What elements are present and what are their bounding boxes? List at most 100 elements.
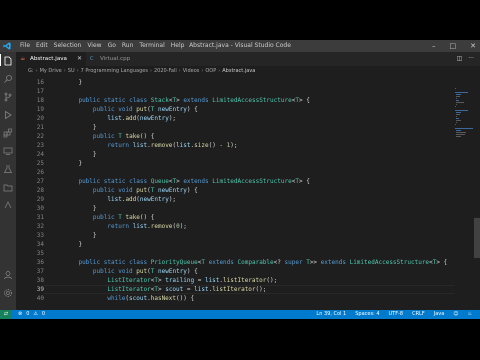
minimap-line [454, 110, 468, 111]
code-line[interactable]: } [64, 78, 82, 87]
more-actions-icon[interactable]: ··· [468, 52, 474, 66]
menu-help[interactable]: Help [171, 40, 185, 52]
code-line[interactable]: public void put(T newEntry) { [64, 105, 198, 114]
minimap-line [456, 96, 461, 97]
manage-gear-icon[interactable] [3, 288, 13, 298]
code-line[interactable]: return list.remove(list.size() - 1); [64, 141, 237, 150]
line-number: 35 [36, 250, 44, 257]
vscode-logo-icon [3, 42, 11, 50]
code-line[interactable]: public void put(T newEntry) { [64, 267, 198, 276]
menu-edit[interactable]: Edit [36, 40, 48, 52]
warning-count: 0 [41, 311, 46, 317]
breadcrumb-item[interactable]: 2020-Fall [154, 68, 177, 74]
encoding[interactable]: UTF-8 [389, 310, 404, 319]
line-number: 30 [36, 205, 44, 212]
breadcrumb-item[interactable]: SU [68, 68, 75, 74]
line-number: 27 [36, 178, 44, 185]
line-number: 17 [36, 88, 44, 95]
minimap[interactable] [454, 78, 474, 310]
menu-selection[interactable]: Selection [54, 40, 82, 52]
minimize-icon[interactable]: – [432, 40, 436, 52]
breadcrumb-separator-icon: › [76, 68, 79, 74]
code-line[interactable]: public T take() { [64, 132, 154, 141]
code-line[interactable]: } [64, 159, 82, 168]
menu-file[interactable]: File [20, 40, 30, 52]
code-line[interactable]: public static class PriorityQueue<T exte… [64, 258, 447, 267]
code-line[interactable]: } [64, 204, 97, 213]
line-number: 23 [36, 142, 44, 149]
code-line[interactable]: } [64, 123, 97, 132]
error-count: 0 [26, 311, 30, 317]
line-number: 37 [36, 268, 44, 275]
line-number: 19 [36, 106, 44, 113]
breadcrumb-item[interactable]: My Drive [40, 68, 62, 74]
menu-view[interactable]: View [87, 40, 101, 52]
line-number: 36 [36, 259, 44, 266]
line-number: 34 [36, 241, 44, 248]
line-endings[interactable]: CRLF [412, 310, 425, 319]
search-icon[interactable] [3, 74, 13, 84]
editor-actions: ◫ ··· [457, 52, 474, 66]
code-line[interactable]: list.add(newEntry); [64, 195, 176, 204]
testing-icon[interactable] [3, 164, 13, 174]
maximize-icon[interactable]: □ [450, 40, 457, 52]
code-line[interactable]: ListIterator<T> trailing = list.listIter… [64, 276, 277, 285]
editor-scrollbar[interactable] [474, 78, 480, 310]
close-window-icon[interactable]: ✕ [470, 40, 476, 52]
code-line[interactable]: ListIterator<T> scout = list.listIterato… [64, 285, 266, 294]
cursor-position[interactable]: Ln 39, Col 1 [316, 310, 346, 319]
tab-virtual-cpp[interactable]: C Virtual.cpp [86, 52, 148, 66]
code-line[interactable]: public static class Stack<T> extends Lim… [64, 96, 309, 105]
indentation[interactable]: Spaces: 4 [355, 310, 379, 319]
remote-explorer-icon[interactable] [3, 146, 13, 156]
breadcrumb-item[interactable]: 7 Programming Languages [81, 68, 148, 74]
problems-indicator[interactable]: ⊗ 0 ⚠ 0 [18, 310, 45, 319]
source-control-icon[interactable] [3, 92, 13, 102]
code-line[interactable]: while(scout.hasNext()) { [64, 294, 194, 303]
language-mode[interactable]: Java [434, 310, 445, 319]
cpp-file-icon: C [90, 56, 94, 62]
notifications-icon[interactable]: ♨ [468, 310, 472, 319]
code-line[interactable]: } [64, 231, 97, 240]
split-editor-icon[interactable]: ◫ [457, 52, 463, 66]
code-editor[interactable]: 16 17 18 19 20 21 22 23 24 25 26 27 28 29 30 31 32 33 34 35… [16, 78, 454, 310]
breadcrumb-item[interactable]: Abstract.java [222, 68, 255, 74]
line-number: 16 [36, 79, 44, 86]
menu-run[interactable]: Run [122, 40, 134, 52]
line-number: 32 [36, 223, 44, 230]
live-share-icon[interactable] [3, 200, 13, 210]
run-debug-icon[interactable] [3, 110, 13, 120]
code-line[interactable]: public static class Queue<T> extends Lim… [64, 177, 309, 186]
line-number: 18 [36, 97, 44, 104]
code-area[interactable]: } public static class Stack<T> extends L… [64, 78, 454, 310]
code-line[interactable]: } [64, 240, 82, 249]
remote-indicator-icon[interactable]: ⇄ [0, 310, 12, 319]
tab-label: Virtual.cpp [100, 56, 131, 62]
minimap-line [455, 112, 462, 113]
code-line[interactable]: return list.remove(0); [64, 222, 187, 231]
warning-icon: ⚠ [33, 311, 38, 317]
breadcrumb-item[interactable]: OOP [205, 68, 216, 74]
tab-abstract-java[interactable]: ☕ Abstract.java ✕ [16, 52, 86, 66]
window-controls: – □ ✕ [432, 40, 476, 52]
breadcrumb-separator-icon: › [35, 68, 38, 74]
project-manager-icon[interactable] [3, 182, 13, 192]
menu-terminal[interactable]: Terminal [139, 40, 164, 52]
explorer-icon[interactable] [3, 56, 13, 66]
feedback-icon[interactable]: ☺ [453, 310, 458, 319]
breadcrumb-item[interactable]: G: [28, 68, 34, 74]
breadcrumb-item[interactable]: Videos [183, 68, 200, 74]
code-line[interactable]: public void put(T newEntry) { [64, 186, 198, 195]
activity-bar [0, 52, 16, 310]
menu-go[interactable]: Go [108, 40, 116, 52]
extensions-icon[interactable] [3, 128, 13, 138]
code-line[interactable]: public T take() { [64, 213, 154, 222]
code-line[interactable]: list.add(newEntry); [64, 114, 176, 123]
scrollbar-thumb[interactable] [474, 218, 480, 258]
line-number: 29 [36, 196, 44, 203]
code-line[interactable]: } [64, 150, 97, 159]
account-icon[interactable] [3, 270, 13, 280]
close-tab-icon[interactable]: ✕ [77, 52, 82, 66]
minimap-line [454, 128, 473, 129]
java-file-icon: ☕ [20, 55, 26, 62]
